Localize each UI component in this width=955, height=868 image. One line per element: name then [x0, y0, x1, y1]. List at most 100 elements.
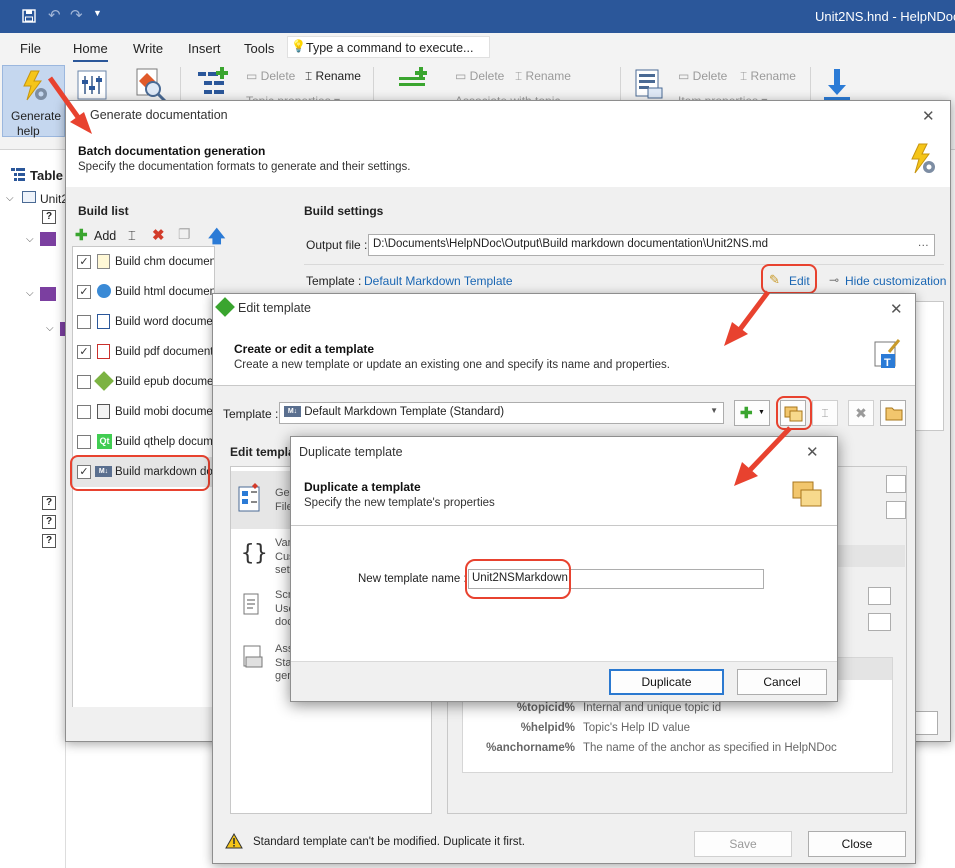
toc-icon — [10, 166, 26, 185]
move-down-icon[interactable] — [822, 67, 852, 104]
variable-name: %anchorname% — [486, 742, 575, 754]
help-topic-icon[interactable]: ? — [42, 515, 56, 529]
book-icon[interactable] — [40, 287, 56, 301]
build-checkbox[interactable] — [77, 375, 91, 389]
list-item[interactable]: Qt Build qthelp documentation — [73, 427, 214, 457]
annotation-circle — [70, 455, 210, 491]
property-field-stub[interactable] — [868, 587, 891, 605]
dialog-title: Edit template — [238, 301, 311, 315]
save-icon[interactable] — [22, 9, 36, 26]
delete-icon: ▭ — [246, 69, 261, 83]
save-button[interactable]: Save — [694, 831, 792, 857]
dialog-footer: Duplicate Cancel — [291, 661, 837, 701]
list-item[interactable]: Build epub documentation — [73, 367, 214, 397]
help-topic-icon[interactable]: ? — [42, 534, 56, 548]
delete-icon: ▭ — [678, 69, 693, 83]
add-icon[interactable]: ✚ — [75, 226, 88, 244]
assets-icon — [241, 643, 265, 674]
property-field-stub[interactable] — [886, 501, 906, 519]
delete-keyword-button[interactable]: ▭ Delete — [455, 69, 504, 83]
rename-icon[interactable]: ⌶ — [128, 228, 136, 244]
copy-icon[interactable]: ❐ — [178, 226, 191, 243]
collapse-icon[interactable]: ⌵ — [26, 288, 34, 299]
delete-icon[interactable]: ✖ — [152, 226, 165, 244]
add-keyword-icon[interactable] — [397, 67, 429, 98]
close-icon[interactable]: ✕ — [806, 443, 819, 461]
cancel-button[interactable]: Cancel — [737, 669, 827, 695]
build-label: Build html documentation — [115, 286, 214, 298]
collapse-icon[interactable]: ⌵ — [6, 193, 14, 204]
list-item[interactable]: ✓ Build pdf documentation — [73, 337, 214, 367]
menu-insert[interactable]: Insert — [188, 41, 221, 56]
book-icon[interactable] — [40, 232, 56, 246]
property-field-stub[interactable] — [868, 613, 891, 631]
add-button-label[interactable]: Add — [94, 229, 116, 243]
property-field-stub[interactable] — [886, 475, 906, 493]
list-item[interactable]: ✓ Build chm documentation — [73, 247, 214, 277]
browse-icon[interactable]: … — [918, 237, 930, 249]
quick-access-dropdown-icon[interactable]: ▼ — [93, 8, 102, 18]
build-label: Build mobi documentation — [115, 406, 214, 418]
delete-item-button[interactable]: ▭ Delete — [678, 69, 727, 83]
menu-tools[interactable]: Tools — [244, 41, 274, 56]
open-folder-button[interactable] — [880, 400, 906, 426]
title-bar: ↶ ↷ ▼ Unit2NS.hnd - HelpNDoc P — [0, 0, 955, 33]
command-search-box[interactable]: 💡 Type a command to execute... — [287, 36, 490, 58]
build-checkbox[interactable]: ✓ — [77, 285, 91, 299]
new-template-button[interactable]: ✚ ▼ — [734, 400, 770, 426]
build-checkbox[interactable] — [77, 315, 91, 329]
separator — [291, 525, 837, 526]
build-checkbox[interactable]: ✓ — [77, 345, 91, 359]
tree-root-label[interactable]: Unit2 — [40, 192, 68, 206]
dialog-header-subtitle: Specify the documentation formats to gen… — [78, 161, 411, 173]
dialog-title: Duplicate template — [299, 445, 403, 459]
dialog-title: Generate documentation — [90, 108, 228, 122]
menu-file[interactable]: File — [20, 41, 41, 56]
close-icon[interactable]: ✕ — [922, 107, 935, 125]
hide-customization-link[interactable]: Hide customization — [845, 274, 946, 288]
collapse-icon[interactable]: ⌵ — [46, 323, 54, 334]
add-topic-icon[interactable] — [196, 67, 228, 104]
template-select[interactable]: M↓ Default Markdown Template (Standard) … — [279, 402, 724, 424]
qthelp-icon: Qt — [97, 434, 112, 449]
build-checkbox[interactable]: ✓ — [77, 255, 91, 269]
build-checkbox[interactable] — [77, 435, 91, 449]
help-topic-icon[interactable]: ? — [42, 496, 56, 510]
close-button[interactable]: Close — [808, 831, 906, 857]
library-icon[interactable] — [634, 68, 664, 103]
help-label: help — [17, 124, 40, 138]
chm-icon — [97, 254, 110, 269]
rename-icon: ⌶ — [821, 406, 829, 420]
rename-template-button[interactable]: ⌶ — [812, 400, 838, 426]
list-item[interactable]: ✓ Build html documentation — [73, 277, 214, 307]
rename-keyword-button[interactable]: ⌶ Rename — [515, 69, 571, 84]
close-icon[interactable]: ✕ — [890, 300, 903, 318]
rename-topic-button[interactable]: ⌶ Rename — [305, 69, 361, 84]
output-file-input[interactable]: D:\Documents\HelpNDoc\Output\Build markd… — [368, 234, 935, 256]
chevron-down-icon: ▼ — [710, 406, 718, 415]
template-link[interactable]: Default Markdown Template — [364, 274, 513, 288]
pdf-icon — [97, 344, 110, 359]
rename-item-button[interactable]: ⌶ Rename — [740, 69, 796, 84]
edit-template-icon — [215, 297, 235, 317]
redo-icon[interactable]: ↷ — [70, 6, 83, 24]
build-checkbox[interactable] — [77, 405, 91, 419]
duplicate-button[interactable]: Duplicate — [609, 669, 724, 695]
table-of-contents-panel: Table ⌵ Unit2 ? ⌵ ⌵ ⌵ ? ? ? — [0, 160, 68, 868]
collapse-icon[interactable]: ⌵ — [26, 234, 34, 245]
menu-home[interactable]: Home — [73, 41, 108, 62]
variable-description: The name of the anchor as specified in H… — [583, 742, 837, 754]
variable-description: Topic's Help ID value — [583, 722, 691, 734]
rename-icon: ⌶ — [305, 69, 316, 83]
menu-bar: File Home Write Insert Tools 💡 Type a co… — [0, 33, 955, 63]
build-list-label: Build list — [78, 204, 129, 218]
separator — [213, 385, 915, 386]
delete-template-button[interactable]: ✖ — [848, 400, 874, 426]
undo-icon[interactable]: ↶ — [48, 6, 61, 24]
menu-write[interactable]: Write — [133, 41, 163, 56]
help-topic-icon[interactable]: ? — [42, 210, 56, 224]
list-item[interactable]: Build mobi documentation — [73, 397, 214, 427]
list-item[interactable]: Build word documentation — [73, 307, 214, 337]
project-icon — [22, 191, 36, 203]
delete-topic-button[interactable]: ▭ Delete — [246, 69, 295, 83]
